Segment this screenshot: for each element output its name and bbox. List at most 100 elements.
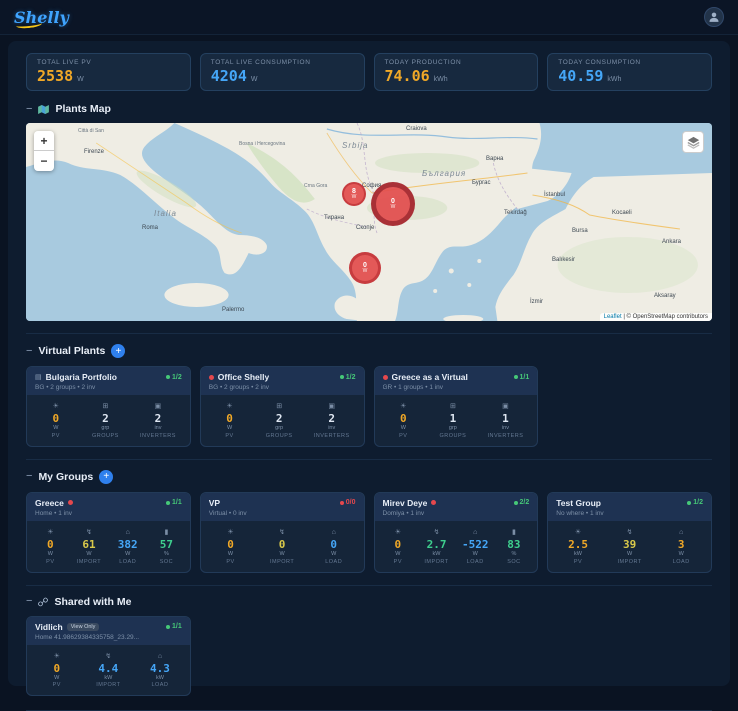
load-icon: ⌂: [473, 528, 478, 536]
stat-groups: ⊞ 2 grp GROUPS: [265, 403, 293, 439]
group-name: Test Group: [556, 497, 601, 508]
bolt-icon: ↯: [105, 652, 112, 660]
stat-pv: ☀ 0 W PV: [35, 529, 65, 565]
map-attribution: Leaflet | © OpenStreetMap contributors: [599, 313, 712, 321]
group-name: Greece: [35, 497, 64, 508]
add-virtual-plant-button[interactable]: +: [111, 344, 126, 358]
stat-load: ⌂ 4.3 kW LOAD: [145, 653, 175, 689]
stat-groups: ⊞ 1 grp GROUPS: [439, 403, 467, 439]
stat-value: 74.06: [384, 67, 430, 85]
sun-icon: ☀: [52, 403, 59, 410]
plants-map-section: − Plants Map Città di San Firenze Italia…: [26, 103, 712, 321]
stat-import: ↯ 2.7 kW IMPORT: [422, 529, 452, 565]
stat-inverters: ▣ 1 inv INVERTERS: [487, 403, 524, 439]
plant-name: Greece as a Virtual: [391, 372, 468, 382]
group-subtitle: No where • 1 inv: [556, 509, 604, 517]
app-logo-text: Shelly: [14, 7, 69, 27]
stat-pv: ☀ 0 W PV: [383, 529, 413, 565]
stat-groups: ⊞ 2 grp GROUPS: [91, 403, 119, 439]
section-title: Shared with Me: [54, 595, 132, 608]
stat-card-total-live-consumption: TOTAL LIVE CONSUMPTION 4204 W: [199, 53, 365, 91]
stat-soc: ▮ 83% SOC: [499, 529, 529, 565]
plants-map-header: − Plants Map: [26, 103, 712, 115]
status-badge: 1/1: [166, 499, 182, 506]
plant-subtitle: BG • 2 groups • 2 inv: [35, 384, 96, 391]
zoom-in-button[interactable]: +: [34, 131, 54, 151]
status-dot-icon: [431, 500, 437, 506]
status-badge: 1/1: [166, 623, 182, 630]
group-card-mirev-deye[interactable]: Mirev Deye 2/2 Domiya • 1 inv ☀ 0 W PV ↯ 2.7…: [373, 491, 539, 573]
dashboard-panel: TOTAL LIVE PV 2538 W TOTAL LIVE CONSUMPTI…: [8, 41, 730, 711]
leaflet-link[interactable]: Leaflet: [604, 314, 622, 320]
shared-row: Vidlich View Only 1/1 Home 41.9862938433…: [26, 615, 712, 697]
sun-icon: ☀: [574, 528, 582, 536]
status-badge: 1/1: [513, 374, 529, 381]
group-subtitle: Virtual • 0 inv: [208, 509, 247, 517]
groups-icon: ⊞: [102, 403, 109, 410]
stat-pv: ☀ 2.5 kW PV: [563, 529, 593, 565]
stats-row: TOTAL LIVE PV 2538 W TOTAL LIVE CONSUMPTI…: [26, 53, 712, 91]
map-marker-cluster[interactable]: 0 W: [371, 182, 415, 226]
stat-label: TODAY PRODUCTION: [384, 59, 462, 66]
stat-card-total-live-pv: TOTAL LIVE PV 2538 W: [26, 53, 191, 91]
user-avatar-button[interactable]: [704, 7, 724, 27]
section-title: Plants Map: [55, 103, 111, 115]
map-tiles: [26, 123, 712, 321]
collapse-toggle[interactable]: −: [26, 345, 32, 357]
sun-icon: ☀: [394, 528, 401, 536]
status-dot-icon: [166, 500, 171, 505]
zoom-out-button[interactable]: −: [34, 151, 54, 171]
group-card-test-group[interactable]: Test Group 1/2 No where • 1 inv ☀ 2.5 kW PV…: [547, 491, 712, 573]
plant-name: Office Shelly: [217, 372, 270, 382]
status-badge: 1/2: [687, 499, 703, 506]
stat-import: ↯ 0 W IMPORT: [267, 529, 297, 565]
status-dot-icon: [166, 624, 171, 629]
stat-value: 2538: [37, 67, 74, 85]
stat-load: ⌂ 3 W LOAD: [666, 529, 696, 565]
group-card-vp[interactable]: VP 0/0 Virtual • 0 inv ☀ 0 W PV ↯ 0 W IMPORT ⌂…: [199, 491, 365, 573]
add-group-button[interactable]: +: [99, 469, 114, 484]
groups-icon: ⊞: [449, 403, 456, 410]
status-dot-icon: [382, 374, 388, 380]
inverter-icon: ▣: [502, 403, 509, 410]
link-icon: [38, 597, 49, 607]
map-marker[interactable]: 8 W: [342, 182, 366, 206]
stat-import: ↯ 61 W IMPORT: [74, 529, 104, 565]
stat-pv: ☀ 0 W PV: [388, 403, 418, 439]
status-dot-icon: [67, 500, 73, 506]
stat-soc: ▮ 57% SOC: [151, 529, 181, 565]
collapse-toggle[interactable]: −: [26, 471, 32, 482]
battery-icon: ▮: [511, 528, 516, 536]
collapse-toggle[interactable]: −: [26, 596, 32, 607]
battery-icon: ▮: [164, 528, 169, 536]
shared-card-vidlich[interactable]: Vidlich View Only 1/1 Home 41.9862938433…: [26, 615, 191, 697]
group-subtitle: Domiya • 1 inv: [382, 509, 425, 517]
plants-map[interactable]: Città di San Firenze Italia Roma Palermo…: [26, 123, 712, 321]
stat-unit: kWh: [433, 76, 448, 83]
collapse-toggle[interactable]: −: [26, 103, 32, 115]
osm-attribution-text: | © OpenStreetMap contributors: [623, 314, 708, 320]
section-title: Virtual Plants: [38, 345, 106, 357]
status-dot-icon: [513, 375, 518, 379]
stat-pv: ☀ 0 W PV: [215, 403, 245, 439]
app-logo[interactable]: Shelly: [14, 8, 69, 27]
virtual-plant-card-bulgaria-portfolio[interactable]: ▤ Bulgaria Portfolio 1/2 BG • 2 groups •…: [26, 366, 191, 447]
virtual-plant-card-greece-as-a-virtual[interactable]: Greece as a Virtual 1/1 GR • 1 groups • …: [373, 366, 539, 447]
bolt-icon: ↯: [626, 528, 633, 536]
marker-unit: W: [351, 194, 357, 201]
map-marker[interactable]: 0 W: [349, 252, 381, 284]
virtual-plants-header: − Virtual Plants +: [26, 344, 712, 358]
my-groups-header: − My Groups +: [26, 469, 712, 484]
stat-unit: W: [250, 76, 258, 83]
plant-subtitle: GR • 1 groups • 1 inv: [382, 384, 444, 391]
stat-label: TOTAL LIVE CONSUMPTION: [210, 59, 311, 66]
group-card-greece[interactable]: Greece 1/1 Home • 1 inv ☀ 0 W PV ↯ 61 W IMPORT…: [26, 491, 191, 573]
stat-import: ↯ 4.4 kW IMPORT: [93, 653, 123, 689]
status-badge: 2/2: [513, 499, 529, 506]
section-title: My Groups: [38, 470, 94, 483]
virtual-plant-card-office-shelly[interactable]: Office Shelly 1/2 BG • 2 groups • 2 inv …: [199, 366, 365, 447]
layers-control[interactable]: [682, 131, 704, 153]
group-subtitle: Home • 1 inv: [35, 509, 72, 517]
load-icon: ⌂: [331, 528, 336, 536]
layers-icon: [686, 136, 700, 149]
